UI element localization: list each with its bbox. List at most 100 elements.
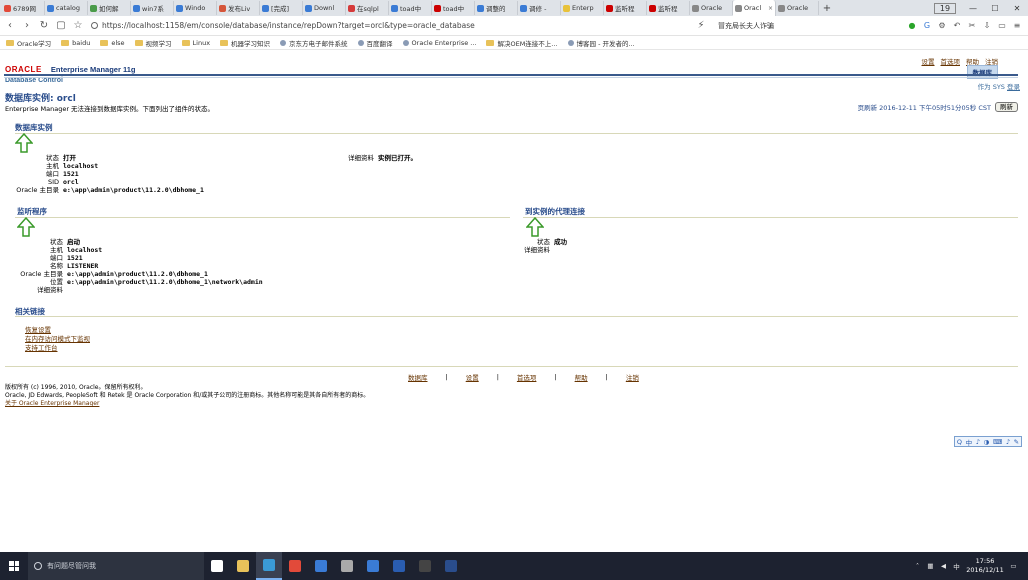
browser-tab[interactable]: 调整的: [475, 1, 518, 15]
notification-icon[interactable]: ▭: [1009, 562, 1018, 570]
tab-count-badge[interactable]: 19: [934, 2, 956, 14]
bookmark-item[interactable]: baidu: [61, 39, 90, 47]
translate-icon[interactable]: G: [922, 21, 932, 31]
new-tab-icon[interactable]: +: [819, 3, 835, 14]
search-box[interactable]: 冒充局长夫人诈骗: [718, 21, 858, 31]
prop-label: 状态: [537, 238, 550, 246]
ime-voice-icon[interactable]: ♪: [1006, 438, 1010, 446]
about-oem-link[interactable]: 关于 Oracle Enterprise Manager: [5, 400, 99, 407]
close-icon[interactable]: ✕: [1006, 4, 1028, 13]
browser-tab[interactable]: 在sqlpl: [346, 1, 389, 15]
bookmark-item[interactable]: 博客园 - 开发者的...: [567, 38, 635, 48]
back-icon[interactable]: ‹: [3, 20, 17, 31]
footer-link-database[interactable]: 数据库: [408, 372, 428, 382]
link-support-workbench[interactable]: 支持工作台: [25, 344, 90, 353]
bookmark-item[interactable]: Oracle学习: [6, 38, 51, 48]
browser-tab[interactable]: 调修 -: [518, 1, 561, 15]
prop-value: localhost: [67, 246, 103, 254]
tray-expand-icon[interactable]: ˄: [913, 562, 922, 570]
bookmark-item[interactable]: Linux: [181, 39, 210, 47]
reload-icon[interactable]: ↻: [37, 20, 51, 31]
minimize-icon[interactable]: —: [962, 4, 984, 13]
ime-chinese-toggle[interactable]: 中: [966, 437, 973, 447]
browser-tab[interactable]: catalog: [45, 1, 88, 15]
taskbar-app-chrome[interactable]: [282, 552, 308, 580]
extension-icon[interactable]: ⚙: [937, 21, 947, 31]
bookmark-item[interactable]: Oracle Enterprise ...: [402, 39, 476, 47]
tab-label: catalog: [56, 4, 80, 12]
taskbar-app-task-view[interactable]: [204, 552, 230, 580]
url-field[interactable]: https://localhost:1158/em/console/databa…: [91, 19, 691, 33]
prop-value: e:\app\admin\product\11.2.0\dbhome_1\net…: [67, 278, 263, 286]
browser-tab[interactable]: 如何解: [88, 1, 131, 15]
link-memory-access-monitor[interactable]: 在内存访问模式下监视: [25, 335, 90, 344]
bookmark-item[interactable]: 百度翻译: [357, 38, 393, 48]
taskbar-app-app-blue[interactable]: [386, 552, 412, 580]
reader-icon[interactable]: ▢: [54, 20, 68, 31]
menu-icon[interactable]: ≡: [1012, 21, 1022, 31]
browser-tab[interactable]: Enterp: [561, 1, 604, 15]
lightning-icon[interactable]: ⚡: [694, 20, 708, 31]
bookmark-item[interactable]: else: [100, 39, 125, 47]
browser-tab[interactable]: [完成]: [260, 1, 303, 15]
footer-link-setup[interactable]: 设置: [466, 372, 479, 382]
network-icon[interactable]: ▦: [926, 562, 935, 570]
wechat-icon[interactable]: ●: [907, 21, 917, 31]
browser-tab[interactable]: 监听程: [647, 1, 690, 15]
ime-search-icon[interactable]: Q: [957, 438, 962, 446]
taskbar-app-terminal[interactable]: [412, 552, 438, 580]
ime-indicator-icon[interactable]: 中: [952, 561, 961, 571]
taskbar-app-toad[interactable]: [438, 552, 464, 580]
ime-music-icon[interactable]: ♪: [976, 438, 980, 446]
tab-close-icon[interactable]: ×: [768, 5, 773, 12]
maximize-icon[interactable]: ☐: [984, 4, 1006, 13]
prop-label: Oracle 主目录: [20, 270, 63, 278]
system-clock[interactable]: 17:56 2016/12/11: [965, 557, 1005, 575]
browser-tab[interactable]: Windo: [174, 1, 217, 15]
global-link-setup[interactable]: 设置: [922, 56, 935, 66]
prop-label: 端口: [50, 254, 63, 262]
footer-link-preferences[interactable]: 首选项: [517, 372, 537, 382]
browser-tab[interactable]: 监听程: [604, 1, 647, 15]
bookmark-item[interactable]: 京东方电子邮件系统: [280, 38, 348, 48]
volume-icon[interactable]: ◀: [939, 562, 948, 570]
login-link[interactable]: 登录: [1007, 83, 1020, 91]
bookmark-item[interactable]: 视频学习: [134, 38, 172, 48]
bookmark-item[interactable]: 解决OEM连接不上...: [486, 38, 558, 48]
taskbar-app-settings[interactable]: [334, 552, 360, 580]
taskbar-app-store[interactable]: [308, 552, 334, 580]
mail-icon: [367, 560, 379, 572]
folder-icon: [220, 39, 229, 46]
browser-tab[interactable]: win7系: [131, 1, 174, 15]
footer-link-help[interactable]: 帮助: [575, 372, 588, 382]
link-recovery-settings[interactable]: 恢复设置: [25, 326, 90, 335]
ime-tools-icon[interactable]: ✎: [1014, 438, 1019, 446]
section-divider: [523, 217, 1018, 218]
bookmark-item[interactable]: 机器学习知识: [220, 38, 270, 48]
download-icon[interactable]: ⇩: [982, 21, 992, 31]
browser-tab[interactable]: Oracle: [690, 1, 733, 15]
start-button[interactable]: [0, 552, 28, 580]
favorite-star-icon[interactable]: ☆: [71, 20, 85, 31]
undo-icon[interactable]: ↶: [952, 21, 962, 31]
browser-tab[interactable]: toad中: [389, 1, 432, 15]
footer-link-logout[interactable]: 注销: [626, 372, 639, 382]
system-tray: ˄ ▦ ◀ 中 17:56 2016/12/11 ▭: [913, 557, 1028, 575]
taskbar-search[interactable]: 有问题尽管问我: [28, 552, 204, 580]
taskbar-app-browser[interactable]: [256, 552, 282, 580]
scissors-icon[interactable]: ✂: [967, 21, 977, 31]
global-link-preferences[interactable]: 首选项: [941, 56, 961, 66]
browser-tab[interactable]: Downl: [303, 1, 346, 15]
browser-tab[interactable]: 发布Liv: [217, 1, 260, 15]
browser-tab[interactable]: Oracle: [776, 1, 819, 15]
tab-icon[interactable]: ▭: [997, 21, 1007, 31]
browser-tab[interactable]: Oracl ×: [733, 0, 776, 16]
forward-icon[interactable]: ›: [20, 20, 34, 31]
ime-halfwidth-icon[interactable]: ◑: [984, 438, 990, 446]
taskbar-app-file-explorer[interactable]: [230, 552, 256, 580]
ime-keyboard-icon[interactable]: ⌨: [993, 438, 1002, 446]
browser-tab[interactable]: 6789网: [2, 1, 45, 15]
browser-tab[interactable]: toad中: [432, 1, 475, 15]
taskbar-app-mail[interactable]: [360, 552, 386, 580]
refresh-button[interactable]: 刷新: [995, 102, 1018, 112]
